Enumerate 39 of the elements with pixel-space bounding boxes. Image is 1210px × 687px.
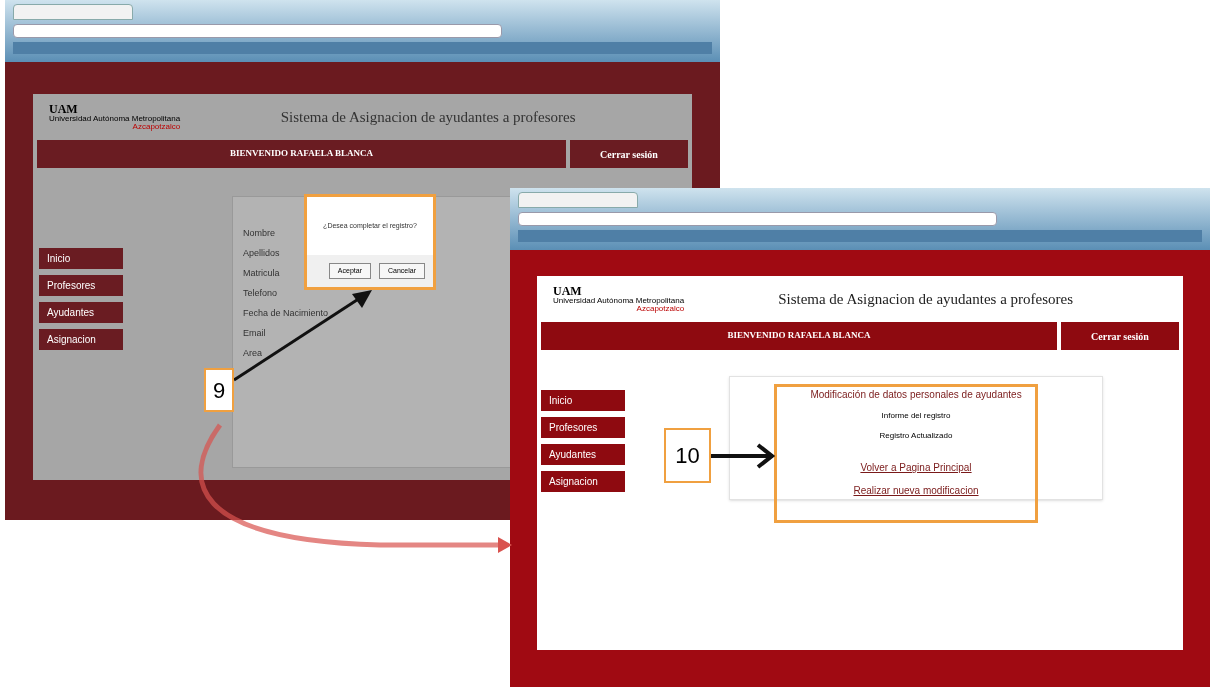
result-heading: Modificación de datos personales de ayudantes <box>810 388 1022 402</box>
logo-name: Universidad Autónoma Metropolitana <box>49 115 181 123</box>
nav-button[interactable]: Profesores <box>541 417 625 438</box>
form-label: Fecha de Nacimiento <box>242 307 329 320</box>
logo-mark: UAM <box>49 103 79 115</box>
logout-button[interactable]: Cerrar sesión <box>1061 322 1179 350</box>
step-number: 10 <box>664 428 711 483</box>
step-number: 9 <box>204 368 234 412</box>
nav-button[interactable]: Inicio <box>541 390 625 411</box>
page-link[interactable]: Realizar nueva modificacion <box>853 483 979 498</box>
nav-button[interactable]: Inicio <box>39 248 123 269</box>
nav-button[interactable]: Ayudantes <box>541 444 625 465</box>
logo-campus: Azcapotzalco <box>636 305 685 313</box>
welcome-bar: BIENVENIDO RAFAELA BLANCA <box>37 140 566 168</box>
nav-button[interactable]: Asignacion <box>541 471 625 492</box>
logo-mark: UAM <box>553 285 583 297</box>
nav-button[interactable]: Ayudantes <box>39 302 123 323</box>
address-bar[interactable] <box>13 24 503 38</box>
form-label: Telefono <box>242 287 278 300</box>
nav-button[interactable]: Profesores <box>39 275 123 296</box>
welcome-bar: BIENVENIDO RAFAELA BLANCA <box>541 322 1057 350</box>
form-label: Email <box>242 327 266 340</box>
address-bar[interactable] <box>518 212 997 226</box>
logout-button[interactable]: Cerrar sesión <box>570 140 688 168</box>
result-subheading: Informe del registro <box>881 410 951 422</box>
page-link[interactable]: Volver a Pagina Principal <box>860 460 972 475</box>
nav-button[interactable]: Asignacion <box>39 329 123 350</box>
form-label: Area <box>242 347 262 360</box>
logo-campus: Azcapotzalco <box>132 123 181 131</box>
form-label: Nombre <box>242 227 275 240</box>
form-label: Matricula <box>242 267 280 280</box>
browser-tab[interactable] <box>518 192 638 208</box>
site-title: Sistema de Asignacion de ayudantes a profesores <box>777 289 1075 309</box>
site-title: Sistema de Asignacion de ayudantes a profesores <box>279 107 577 127</box>
logo-name: Universidad Autónoma Metropolitana <box>553 297 685 305</box>
form-label: Apellidos <box>242 247 280 260</box>
browser-tab[interactable] <box>13 4 133 20</box>
pointer-arrow <box>710 443 776 469</box>
status-message: Registro Actualizado <box>879 430 953 442</box>
